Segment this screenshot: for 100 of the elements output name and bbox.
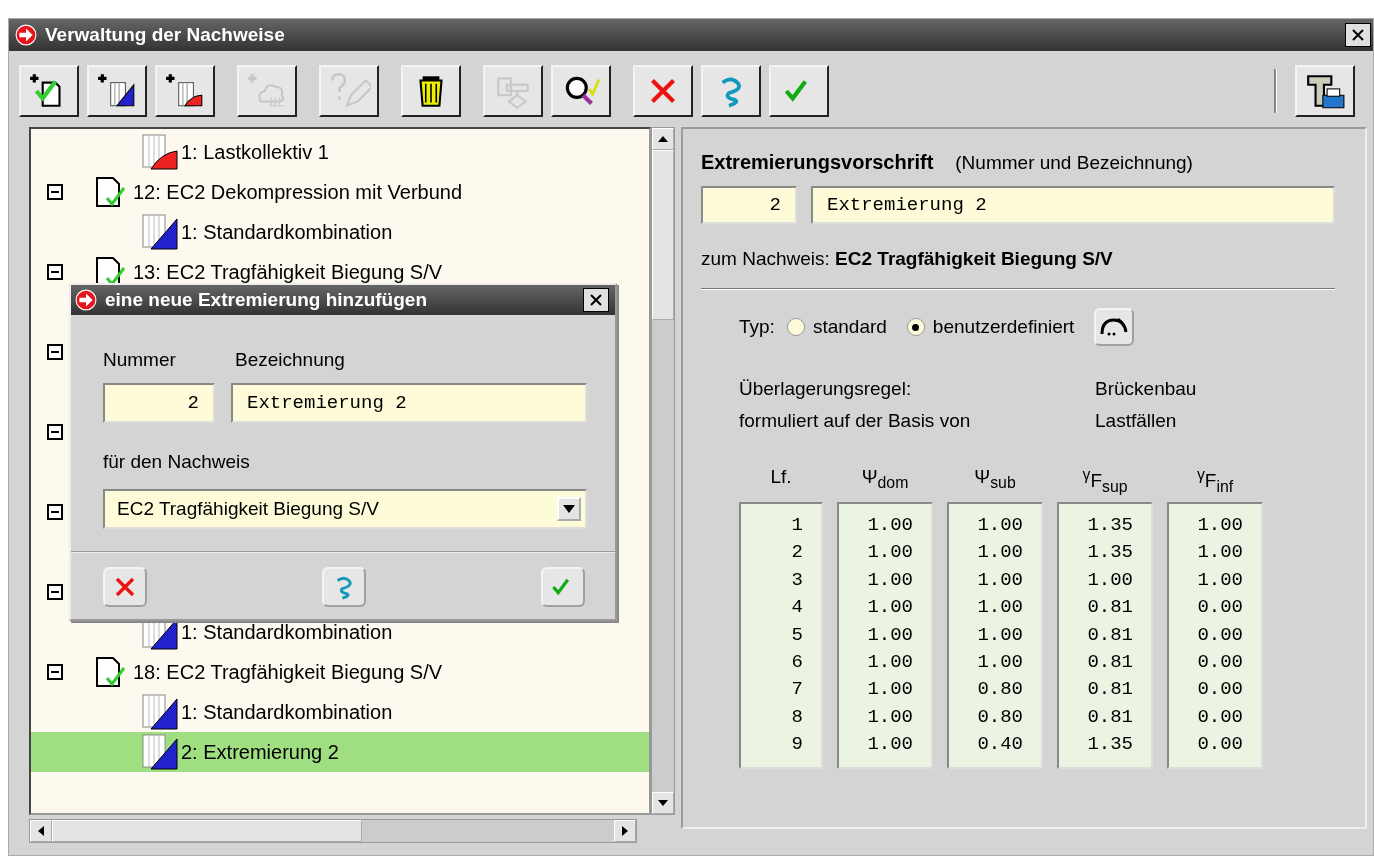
tree-item[interactable]: 1: Standardkombination	[181, 620, 393, 644]
column-header: Ψ$_{sub}$	[973, 466, 1017, 493]
table-cell-text: 1.35	[1086, 513, 1134, 538]
dialog-title: eine neue Extremierung hinzufügen	[105, 289, 428, 311]
table-cell-text: 1.00	[866, 732, 914, 758]
tree-item[interactable]: 12: EC2 Dekompression mit Verbund	[133, 180, 463, 204]
radio-label[interactable]: benutzerdefiniert	[932, 316, 1075, 338]
add-proof-button[interactable]	[19, 65, 79, 117]
table-cell-text: 1.00	[976, 513, 1024, 538]
table-cell-text: 7	[790, 677, 804, 703]
table-cell-text: 0.81	[1086, 595, 1134, 621]
table-cell-text: 0.00	[1196, 595, 1244, 621]
table-cell-text: 1.00	[866, 567, 914, 593]
table-cell-text: 1.00	[866, 704, 914, 730]
table-cell-text: 0.81	[1086, 677, 1134, 703]
table-cell-text: 1.00	[866, 677, 914, 703]
tree-item[interactable]: 1: Standardkombination	[181, 700, 393, 724]
column-header: Lf.	[769, 466, 793, 489]
table-cell-text: 1.00	[976, 650, 1024, 676]
radio-label[interactable]: standard	[812, 316, 887, 338]
section-heading: Extremierungsvorschrift	[701, 151, 934, 174]
table-cell-text: 0.00	[1196, 732, 1244, 758]
proof-text: zum Nachweis: EC2 Tragfähigkeit Biegung S/V	[701, 248, 1114, 270]
table-cell-text: 0.00	[1196, 677, 1244, 703]
table-cell-text: 1.35	[1086, 540, 1134, 566]
table-cell-text: 8	[790, 704, 804, 730]
ok-button[interactable]	[769, 65, 829, 117]
table-cell-text: 1.35	[1086, 732, 1134, 758]
close-button[interactable]	[1345, 23, 1371, 47]
add-combination-button[interactable]	[87, 65, 147, 117]
field-label: Nummer	[103, 349, 177, 371]
scroll-thumb[interactable]	[52, 820, 362, 842]
close-button[interactable]	[583, 288, 609, 312]
trash-button[interactable]	[401, 65, 461, 117]
collapse-toggle[interactable]	[47, 264, 63, 280]
load-combination-icon	[141, 213, 179, 251]
tree-item[interactable]: 13: EC2 Tragfähigkeit Biegung S/V	[133, 260, 443, 284]
table-cell-text: 0.40	[976, 732, 1024, 758]
number-field[interactable]: 2	[103, 383, 215, 423]
collapse-toggle[interactable]	[47, 664, 63, 680]
tree-row[interactable]: 1: Lastkollektiv 1	[31, 132, 649, 172]
table-cell-text: 1.00	[866, 595, 914, 621]
table-cell-text: 1.00	[976, 595, 1024, 621]
table-cell-text: 0.80	[976, 677, 1024, 703]
tree-item[interactable]: 18: EC2 Tragfähigkeit Biegung S/V	[133, 660, 443, 684]
collapse-toggle[interactable]	[47, 584, 63, 600]
field-label: für den Nachweis	[103, 451, 251, 473]
help-button[interactable]	[701, 65, 761, 117]
radio-button[interactable]	[906, 318, 925, 336]
vertical-scrollbar[interactable]	[651, 127, 675, 815]
name-field[interactable]: Extremierung 2	[811, 186, 1335, 224]
table-cell-text: 1.00	[1196, 513, 1244, 538]
table-cell-text: 1.00	[1196, 567, 1244, 593]
cancel-button[interactable]	[103, 567, 147, 607]
print-text-button[interactable]	[1295, 65, 1355, 117]
info-label: formuliert auf der Basis von	[739, 410, 972, 432]
tree-item[interactable]: 1: Standardkombination	[181, 220, 393, 244]
table-cell-text: 1.00	[976, 567, 1024, 593]
window-title: Verwaltung der Nachweise	[45, 24, 286, 46]
tree-item[interactable]: 2: Extremierung 2	[181, 740, 339, 764]
column-header: $^{γ}$F$_{inf}$	[1195, 466, 1235, 498]
horizontal-scrollbar[interactable]	[29, 819, 637, 843]
table-cell-text: 3	[790, 567, 804, 593]
table-cell-text: 0.00	[1196, 704, 1244, 730]
table-cell-text: 4	[790, 595, 804, 621]
table-cell-text: 1.00	[866, 540, 914, 566]
collapse-toggle[interactable]	[47, 344, 63, 360]
collapse-toggle[interactable]	[47, 504, 63, 520]
delete-button[interactable]	[633, 65, 693, 117]
info-value: Brückenbau	[1095, 378, 1198, 400]
collapse-toggle[interactable]	[47, 184, 63, 200]
table-cell-text: 1.00	[976, 540, 1024, 566]
table-cell-text: 6	[790, 650, 804, 676]
tree-item[interactable]: 1: Lastkollektiv 1	[181, 140, 329, 164]
table-cell-text: 9	[790, 732, 804, 758]
edit-button[interactable]	[1094, 308, 1135, 346]
table-cell-text: 1.00	[1196, 540, 1244, 566]
table-cell-text: 5	[790, 622, 804, 648]
collapse-toggle[interactable]	[47, 424, 63, 440]
heading-hint: (Nummer und Bezeichnung)	[955, 152, 1193, 174]
number-field[interactable]: 2	[701, 186, 797, 224]
table-cell-text: 0.81	[1086, 704, 1134, 730]
field-label: Bezeichnung	[235, 349, 345, 371]
radio-button[interactable]	[786, 318, 805, 336]
scroll-thumb[interactable]	[652, 150, 674, 320]
check-search-button[interactable]	[551, 65, 611, 117]
table-cell-text: 1.00	[866, 513, 914, 538]
column-header: $^{γ}$F$_{sup}$	[1081, 466, 1129, 498]
info-label: Überlagerungsregel:	[739, 378, 913, 400]
tree-row[interactable]: 1: Standardkombination	[31, 212, 649, 252]
table-cell-text: 0.80	[976, 704, 1024, 730]
table-cell-text: 0.81	[1086, 622, 1134, 648]
table-cell-text: 1.00	[866, 622, 914, 648]
proof-dropdown[interactable]: EC2 Tragfähigkeit Biegung S/V	[103, 489, 587, 529]
table-cell-text: 0.00	[1196, 650, 1244, 676]
add-collective-button[interactable]	[155, 65, 215, 117]
selected-tree-row[interactable]: 2: Extremierung 2	[31, 732, 649, 772]
table-cell-text: 1.00	[866, 650, 914, 676]
tree-row[interactable]: 1: Standardkombination	[31, 692, 649, 732]
name-field[interactable]: Extremierung 2	[231, 383, 587, 423]
